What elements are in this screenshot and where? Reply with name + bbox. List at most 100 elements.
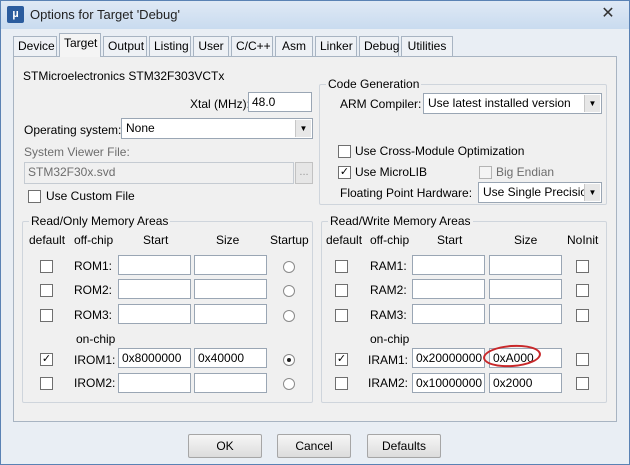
- chevron-down-icon[interactable]: ▼: [584, 95, 600, 112]
- os-label: Operating system:: [24, 123, 122, 137]
- tab-debug[interactable]: Debug: [359, 36, 399, 56]
- arm-compiler-label: ARM Compiler:: [340, 97, 422, 111]
- rom3-label: ROM3:: [74, 308, 113, 322]
- ram-legend: Read/Write Memory Areas: [330, 214, 471, 228]
- rom-onchip-label: on-chip: [76, 332, 116, 346]
- rom-legend: Read/Only Memory Areas: [31, 214, 169, 228]
- os-value: None: [126, 121, 155, 135]
- window-title: Options for Target 'Debug': [30, 7, 180, 22]
- svd-input[interactable]: STM32F30x.svd: [24, 162, 294, 184]
- rom-col-start: Start: [143, 233, 169, 247]
- tab-linker[interactable]: Linker: [315, 36, 357, 56]
- ram3-label: RAM3:: [370, 308, 407, 322]
- xtal-input[interactable]: 48.0: [248, 92, 312, 112]
- rom1-default-checkbox[interactable]: [40, 260, 53, 273]
- ok-button[interactable]: OK: [188, 434, 262, 458]
- ram3-default-checkbox[interactable]: [335, 309, 348, 322]
- tab-c-cpp[interactable]: C/C++: [231, 36, 273, 56]
- close-button[interactable]: ✕: [597, 4, 619, 24]
- tab-asm[interactable]: Asm: [275, 36, 313, 56]
- tab-device[interactable]: Device: [13, 36, 57, 56]
- irom2-default-checkbox[interactable]: [40, 377, 53, 390]
- ram1-start-input[interactable]: [412, 255, 485, 275]
- custom-file-checkbox[interactable]: [28, 190, 41, 203]
- irom1-size-input[interactable]: 0x40000: [194, 348, 267, 368]
- options-dialog: µ Options for Target 'Debug' ✕ Device Ta…: [0, 0, 630, 465]
- irom2-startup-radio[interactable]: [283, 378, 295, 390]
- ram1-size-input[interactable]: [489, 255, 562, 275]
- rom1-size-input[interactable]: [194, 255, 267, 275]
- ram2-default-checkbox[interactable]: [335, 284, 348, 297]
- iram2-noinit-checkbox[interactable]: [576, 377, 589, 390]
- iram1-start-input[interactable]: 0x20000000: [412, 348, 485, 368]
- svd-browse-button[interactable]: ...: [295, 162, 313, 184]
- tab-target[interactable]: Target: [59, 33, 101, 57]
- cross-module-checkbox[interactable]: [338, 145, 351, 158]
- ram1-default-checkbox[interactable]: [335, 260, 348, 273]
- custom-file-label: Use Custom File: [46, 189, 135, 203]
- rom-col-size: Size: [216, 233, 240, 247]
- ram3-start-input[interactable]: [412, 304, 485, 324]
- defaults-button[interactable]: Defaults: [367, 434, 441, 458]
- iram2-default-checkbox[interactable]: [335, 377, 348, 390]
- irom1-startup-radio[interactable]: [283, 354, 295, 366]
- irom1-default-checkbox[interactable]: ✓: [40, 353, 53, 366]
- ram-col-offchip: off-chip: [370, 233, 410, 247]
- microlib-checkbox[interactable]: ✓: [338, 166, 351, 179]
- big-endian-checkbox[interactable]: [479, 166, 492, 179]
- irom1-start-input[interactable]: 0x8000000: [118, 348, 191, 368]
- rom3-start-input[interactable]: [118, 304, 191, 324]
- rom2-default-checkbox[interactable]: [40, 284, 53, 297]
- ram2-label: RAM2:: [370, 283, 407, 297]
- ram2-start-input[interactable]: [412, 279, 485, 299]
- iram1-noinit-checkbox[interactable]: [576, 353, 589, 366]
- ram-col-size: Size: [514, 233, 538, 247]
- iram1-label: IRAM1:: [368, 353, 409, 367]
- ram2-noinit-checkbox[interactable]: [576, 284, 589, 297]
- tab-listing[interactable]: Listing: [149, 36, 191, 56]
- device-name: STMicroelectronics STM32F303VCTx: [23, 69, 225, 83]
- rom2-start-input[interactable]: [118, 279, 191, 299]
- rom3-size-input[interactable]: [194, 304, 267, 324]
- irom1-label: IROM1:: [74, 353, 116, 367]
- ram2-size-input[interactable]: [489, 279, 562, 299]
- iram2-start-input[interactable]: 0x10000000: [412, 373, 485, 393]
- title-bar[interactable]: µ Options for Target 'Debug' ✕: [1, 1, 629, 29]
- fp-hardware-select[interactable]: Use Single Precision ▼: [478, 182, 602, 203]
- rom3-default-checkbox[interactable]: [40, 309, 53, 322]
- cross-module-label: Use Cross-Module Optimization: [355, 144, 525, 158]
- irom2-size-input[interactable]: [194, 373, 267, 393]
- irom2-label: IROM2:: [74, 376, 116, 390]
- fp-hardware-value: Use Single Precision: [483, 185, 594, 199]
- cancel-button[interactable]: Cancel: [277, 434, 351, 458]
- rom-col-default: default: [29, 233, 66, 247]
- microlib-label: Use MicroLIB: [355, 165, 428, 179]
- target-tab-panel: STMicroelectronics STM32F303VCTx Xtal (M…: [13, 56, 617, 422]
- rom2-size-input[interactable]: [194, 279, 267, 299]
- tab-user[interactable]: User: [193, 36, 229, 56]
- chevron-down-icon[interactable]: ▼: [295, 120, 311, 137]
- rom1-startup-radio[interactable]: [283, 261, 295, 273]
- os-select[interactable]: None ▼: [121, 118, 313, 139]
- keil-uvision-icon: µ: [7, 6, 24, 23]
- tab-utilities[interactable]: Utilities: [401, 36, 453, 56]
- rom3-startup-radio[interactable]: [283, 310, 295, 322]
- rom-col-startup: Startup: [270, 233, 309, 247]
- rom1-start-input[interactable]: [118, 255, 191, 275]
- rom2-startup-radio[interactable]: [283, 285, 295, 297]
- tab-output[interactable]: Output: [103, 36, 147, 56]
- code-generation-legend: Code Generation: [328, 77, 420, 91]
- irom2-start-input[interactable]: [118, 373, 191, 393]
- arm-compiler-value: Use latest installed version: [428, 96, 571, 110]
- chevron-down-icon[interactable]: ▼: [584, 184, 600, 201]
- rom2-label: ROM2:: [74, 283, 113, 297]
- rom-col-offchip: off-chip: [74, 233, 114, 247]
- ram-col-default: default: [326, 233, 363, 247]
- arm-compiler-select[interactable]: Use latest installed version ▼: [423, 93, 602, 114]
- ram1-noinit-checkbox[interactable]: [576, 260, 589, 273]
- ram3-size-input[interactable]: [489, 304, 562, 324]
- iram1-default-checkbox[interactable]: ✓: [335, 353, 348, 366]
- ram-onchip-label: on-chip: [370, 332, 410, 346]
- ram3-noinit-checkbox[interactable]: [576, 309, 589, 322]
- iram2-size-input[interactable]: 0x2000: [489, 373, 562, 393]
